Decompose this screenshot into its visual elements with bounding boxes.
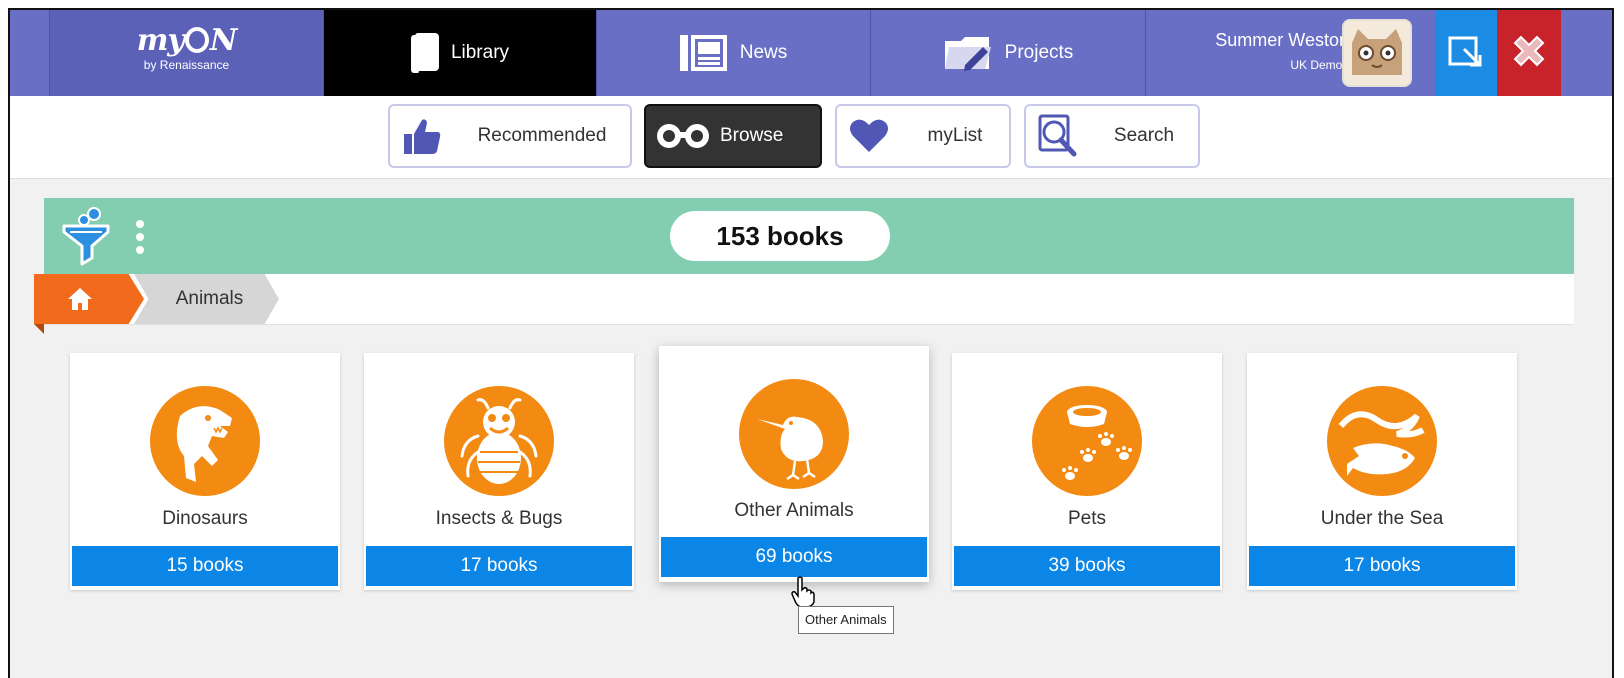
tab-news[interactable]: News bbox=[597, 10, 871, 96]
category-count-button[interactable]: 39 books bbox=[954, 546, 1220, 586]
breadcrumb-fold bbox=[34, 324, 44, 334]
tab-library[interactable]: Library bbox=[324, 10, 597, 105]
user-profile[interactable]: Summer Weston UK Demo1 bbox=[1145, 10, 1435, 96]
mylist-button[interactable]: myList bbox=[835, 104, 1011, 168]
close-button[interactable] bbox=[1497, 10, 1561, 96]
kiwi-bird-icon bbox=[739, 379, 849, 489]
search-button[interactable]: Search bbox=[1024, 104, 1200, 168]
avatar[interactable] bbox=[1342, 19, 1412, 87]
browse-button[interactable]: Browse bbox=[644, 104, 822, 168]
logo-subtitle: by Renaissance bbox=[143, 58, 230, 72]
pet-bowl-icon bbox=[1032, 386, 1142, 496]
binoculars-icon bbox=[646, 121, 720, 151]
category-count-button[interactable]: 15 books bbox=[72, 546, 338, 586]
breadcrumb-current[interactable]: Animals bbox=[134, 274, 279, 324]
more-options-icon[interactable] bbox=[136, 220, 144, 259]
recommended-button[interactable]: Recommended bbox=[388, 104, 632, 168]
search-label: Search bbox=[1113, 125, 1175, 146]
sign-out-icon bbox=[1448, 36, 1482, 67]
folder-pencil-icon bbox=[943, 33, 995, 73]
dinosaur-icon bbox=[150, 386, 260, 496]
home-icon bbox=[68, 288, 92, 310]
filter-bar: 153 books bbox=[44, 198, 1574, 274]
thumbs-up-icon bbox=[390, 116, 454, 156]
browse-label: Browse bbox=[720, 125, 784, 146]
category-card-other-animals[interactable]: Other Animals 69 books bbox=[659, 346, 929, 582]
tab-projects-label: Projects bbox=[1004, 42, 1074, 63]
book-count-pill: 153 books bbox=[670, 211, 890, 261]
tooltip: Other Animals bbox=[798, 606, 894, 634]
hand-cursor-icon bbox=[791, 576, 815, 608]
category-card-insects-bugs[interactable]: Insects & Bugs 17 books bbox=[364, 353, 634, 590]
category-count-button[interactable]: 17 books bbox=[366, 546, 632, 586]
breadcrumb: Animals bbox=[34, 274, 1574, 334]
magnifier-icon bbox=[1026, 114, 1090, 158]
category-title: Dinosaurs bbox=[162, 508, 248, 529]
category-title: Under the Sea bbox=[1320, 508, 1444, 529]
app-frame: my N by Renaissance Library News Projects bbox=[8, 8, 1614, 678]
category-card-dinosaurs[interactable]: Dinosaurs 15 books bbox=[70, 353, 340, 590]
filter-funnel-icon[interactable] bbox=[60, 206, 116, 273]
tab-news-label: News bbox=[739, 42, 788, 63]
category-card-pets[interactable]: Pets 39 books bbox=[952, 353, 1222, 590]
tab-projects[interactable]: Projects bbox=[871, 10, 1145, 96]
category-card-under-the-sea[interactable]: Under the Sea 17 books bbox=[1247, 353, 1517, 590]
top-nav: my N by Renaissance Library News Projects bbox=[10, 10, 1612, 105]
tab-library-label: Library bbox=[450, 42, 510, 63]
category-title: Other Animals bbox=[734, 500, 854, 521]
newspaper-icon bbox=[679, 33, 730, 73]
user-name: Summer Weston bbox=[1215, 30, 1349, 50]
heart-icon bbox=[837, 118, 901, 154]
recommended-label: Recommended bbox=[477, 125, 607, 146]
library-toolbar: Recommended Browse myList Search bbox=[10, 96, 1612, 179]
user-school: UK Demo1 bbox=[1290, 58, 1349, 72]
sign-out-button[interactable] bbox=[1435, 10, 1497, 96]
book-icon bbox=[410, 33, 441, 73]
fish-wave-icon bbox=[1327, 386, 1437, 496]
close-icon bbox=[1513, 35, 1545, 67]
breadcrumb-home[interactable] bbox=[34, 274, 144, 324]
myon-logo[interactable]: my N by Renaissance bbox=[49, 10, 324, 96]
category-count-button[interactable]: 17 books bbox=[1249, 546, 1515, 586]
mylist-label: myList bbox=[927, 125, 983, 146]
logo-mark: my N bbox=[136, 23, 238, 58]
category-title: Pets bbox=[1067, 508, 1107, 529]
bug-icon bbox=[444, 386, 554, 496]
category-title: Insects & Bugs bbox=[435, 508, 563, 529]
category-count-button[interactable]: 69 books bbox=[661, 537, 927, 577]
